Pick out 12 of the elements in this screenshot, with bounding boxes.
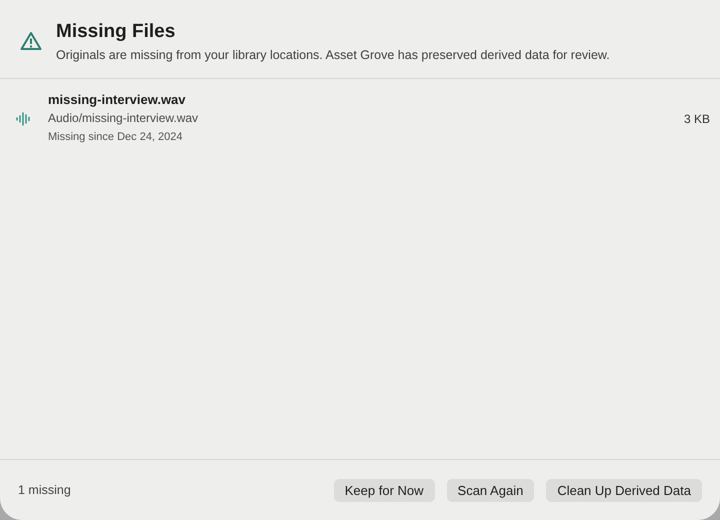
file-name: missing-interview.wav: [48, 91, 187, 109]
file-size: 3 KB: [684, 112, 710, 126]
footer-button[interactable]: Keep for Now: [334, 478, 435, 502]
file-path: Audio/missing-interview.wav: [48, 110, 200, 127]
waveform-icon: [16, 112, 32, 126]
dialog-title: Missing Files: [56, 20, 176, 42]
dialog-message: Originals are missing from your library locations. Asset Grove has preserved derived data for review.: [56, 48, 610, 62]
footer-button[interactable]: Clean Up Derived Data: [546, 478, 702, 502]
missing-date: Missing since Dec 24, 2024: [48, 130, 184, 145]
missing-count: 1 missing: [18, 483, 71, 497]
footer-button[interactable]: Scan Again: [446, 478, 534, 502]
warning-icon: [20, 31, 42, 51]
